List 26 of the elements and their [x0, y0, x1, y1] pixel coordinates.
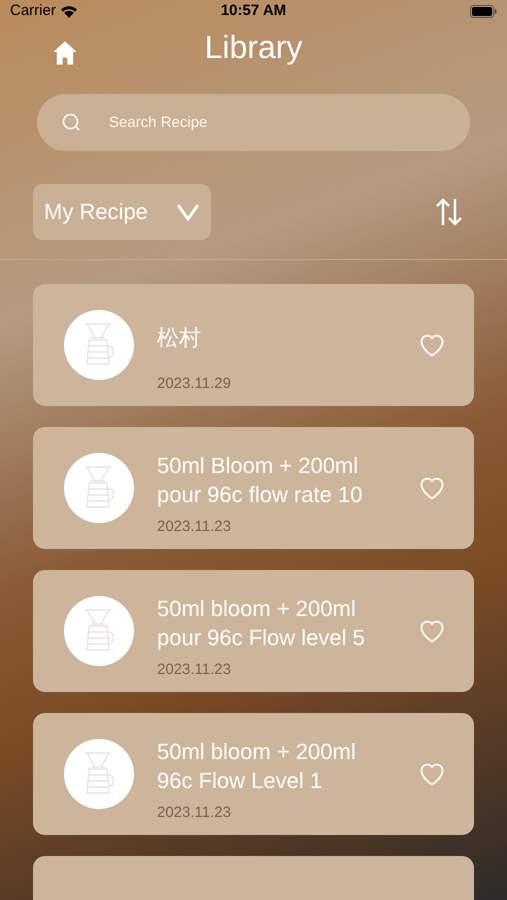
page-title: Library: [204, 28, 302, 67]
search-field[interactable]: Search Recipe: [37, 94, 470, 150]
heart-button[interactable]: [418, 618, 446, 644]
recipe-date: 2023.11.23: [157, 803, 232, 823]
home-button[interactable]: [51, 38, 79, 66]
wifi-icon: [60, 4, 78, 18]
recipe-title: 松村: [157, 324, 201, 352]
status-time: 10:57 AM: [220, 1, 286, 21]
recipe-date: 2023.11.23: [157, 517, 232, 537]
recipe-card[interactable]: 50ml bloom + 200ml 96c Flow Level 1 2023.11.23: [33, 712, 474, 834]
sort-button[interactable]: [435, 196, 463, 226]
heart-button[interactable]: [418, 474, 446, 500]
recipe-card[interactable]: 松村 2023.11.29: [33, 284, 474, 406]
heart-button[interactable]: [418, 760, 446, 786]
recipe-title: 50ml bloom + 200ml 96c Flow Level 1: [157, 738, 357, 796]
recipe-title: 50ml bloom + 200ml pour 96c Flow level 5: [157, 595, 366, 652]
recipe-title: 50ml Bloom + 200ml pour 96c flow rate 10: [157, 452, 364, 510]
heart-button[interactable]: [418, 332, 446, 358]
carrier-label: Carrier: [10, 1, 56, 21]
recipe-card[interactable]: 50ml bloom + 200ml pour 96c Flow level 5 2023.11.23: [33, 570, 474, 692]
battery-icon: [470, 4, 497, 18]
recipe-filter-dropdown[interactable]: My Recipe: [33, 184, 211, 240]
recipe-date: 2023.11.29: [157, 374, 232, 394]
chevron-down-icon: [176, 202, 200, 220]
recipe-card[interactable]: 50ml Bloom + 200ml pour 96c flow rate 10 2023.11.23: [33, 426, 474, 548]
recipe-date: 2023.11.23: [157, 660, 232, 680]
